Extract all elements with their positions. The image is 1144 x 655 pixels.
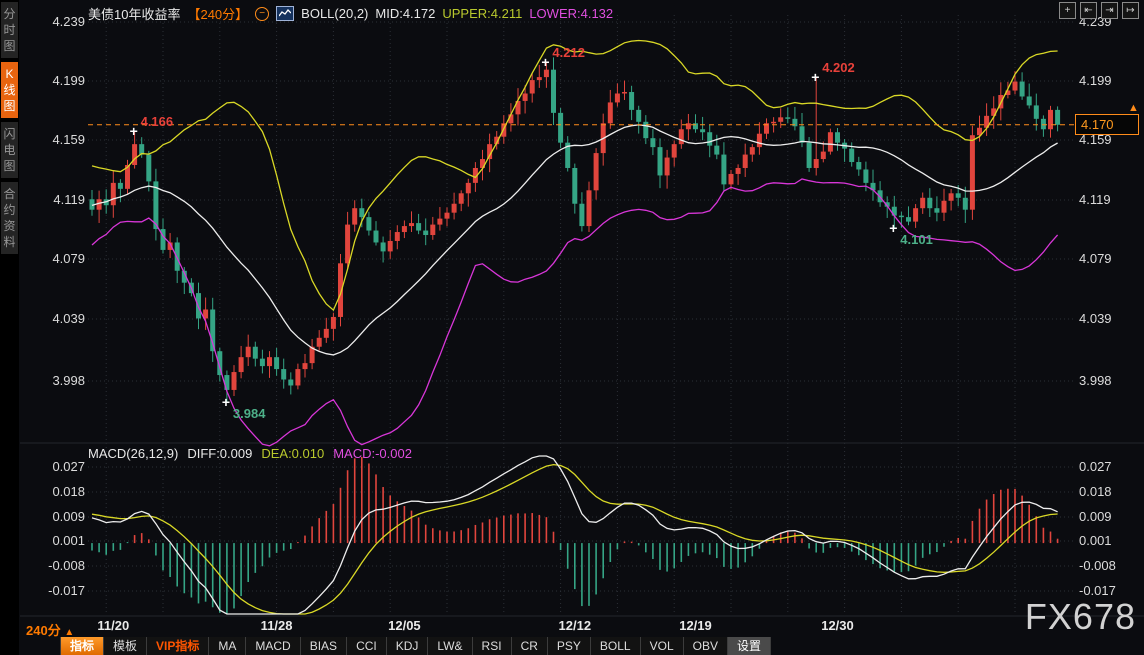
scale-axis-left-icon[interactable]: ⇤ — [1080, 2, 1097, 19]
macd-axis-label: 0.027 — [1079, 459, 1139, 475]
crosshair-marker: + — [889, 221, 897, 235]
price-axis-label: 4.119 — [1079, 192, 1139, 208]
chart-tool-icons: +⇤⇥↦ — [1059, 2, 1139, 19]
indicator-tab[interactable]: LW& — [428, 637, 472, 655]
price-axis-label: 4.039 — [28, 311, 85, 327]
price-up-arrow-icon: ▲ — [1128, 102, 1139, 114]
boll-params-label: BOLL(20,2) — [301, 6, 368, 21]
price-axis-label: 4.119 — [28, 192, 85, 208]
macd-header: MACD(26,12,9) DIFF:0.009 DEA:0.010 MACD:… — [88, 446, 412, 461]
indicator-tab[interactable]: CCI — [347, 637, 387, 655]
sidebar-item-kline-active[interactable]: K线图 — [1, 62, 18, 118]
macd-axis-label: 0.018 — [28, 484, 85, 500]
kline-chart-app: 分时图 K线图闪电图合约资料 美债10年收益率 【240分】 − BOLL(20,… — [0, 0, 1144, 655]
price-axis-label: 4.199 — [28, 73, 85, 89]
indicator-tab[interactable]: BIAS — [301, 637, 347, 655]
price-axis-label: 4.079 — [1079, 251, 1139, 267]
sidebar-item-chart-type[interactable]: 合约资料 — [1, 182, 18, 254]
macd-axis-label: 0.027 — [28, 459, 85, 475]
scale-axis-right-icon[interactable]: ⇥ — [1101, 2, 1118, 19]
macd-axis-label: 0.018 — [1079, 484, 1139, 500]
chart-header: 美债10年收益率 【240分】 − BOLL(20,2) MID:4.172 U… — [88, 4, 613, 23]
boll-mid-value: MID:4.172 — [375, 6, 435, 21]
price-axis-label: 3.998 — [28, 373, 85, 389]
collapse-icon[interactable]: − — [255, 7, 269, 21]
price-annotation: 4.202 — [822, 60, 855, 75]
chart-style-icon[interactable] — [276, 6, 294, 21]
macd-dea-value: DEA:0.010 — [261, 446, 324, 461]
indicator-tab[interactable]: VIP指标 — [147, 637, 209, 655]
crosshair-marker: + — [130, 124, 138, 138]
indicator-tab[interactable]: OBV — [684, 637, 728, 655]
macd-axis-label: 0.009 — [1079, 509, 1139, 525]
instrument-title: 美债10年收益率 — [88, 4, 180, 23]
price-axis-label: 4.159 — [28, 132, 85, 148]
price-axis-label: 4.039 — [1079, 311, 1139, 327]
timeframe-label: 240分 — [26, 623, 61, 638]
period-tag[interactable]: 【240分】 — [187, 4, 248, 23]
date-label: 12/12 — [559, 618, 592, 633]
pan-icon[interactable]: + — [1059, 2, 1076, 19]
crosshair-marker: + — [541, 55, 549, 69]
price-annotation: 4.101 — [900, 232, 933, 247]
price-annotation: 4.166 — [141, 114, 174, 129]
boll-upper-value: UPPER:4.211 — [442, 6, 522, 21]
candlestick-macd-chart[interactable] — [0, 0, 1144, 655]
price-annotation: 3.984 — [233, 406, 266, 421]
date-label: 12/05 — [388, 618, 421, 633]
indicator-tab[interactable]: 指标 — [61, 637, 104, 655]
indicator-tab[interactable]: 模板 — [104, 637, 147, 655]
indicator-tab[interactable]: KDJ — [387, 637, 429, 655]
indicator-tab[interactable]: VOL — [641, 637, 684, 655]
indicator-tab[interactable]: PSY — [548, 637, 591, 655]
macd-axis-label: -0.008 — [28, 558, 85, 574]
crosshair-marker: + — [222, 395, 230, 409]
price-axis-label: 4.199 — [1079, 73, 1139, 89]
last-price-tag: 4.170 — [1075, 114, 1139, 135]
macd-axis-label: 0.001 — [28, 533, 85, 549]
indicator-toolbar: 指标模板VIP指标MAMACDBIASCCIKDJLW&RSICRPSYBOLL… — [60, 637, 771, 655]
macd-macd-value: MACD:-0.002 — [333, 446, 412, 461]
macd-diff-value: DIFF:0.009 — [187, 446, 252, 461]
date-label: 12/30 — [821, 618, 854, 633]
price-axis-label: 4.239 — [28, 14, 85, 30]
indicator-tab[interactable]: CR — [512, 637, 548, 655]
sidebar-item-chart-type[interactable]: 闪电图 — [1, 122, 18, 178]
macd-axis-label: -0.017 — [28, 583, 85, 599]
price-axis-label: 4.079 — [28, 251, 85, 267]
price-axis-label: 3.998 — [1079, 373, 1139, 389]
date-label: 12/19 — [679, 618, 712, 633]
shift-right-icon[interactable]: ↦ — [1122, 2, 1139, 19]
macd-params-label: MACD(26,12,9) — [88, 446, 178, 461]
macd-axis-label: -0.008 — [1079, 558, 1139, 574]
date-label: 11/28 — [261, 618, 293, 633]
date-label: 11/20 — [97, 618, 129, 633]
macd-axis-label: 0.001 — [1079, 533, 1139, 549]
sidebar-item-chart-type[interactable]: 分时图 — [1, 2, 18, 58]
indicator-tab[interactable]: MACD — [246, 637, 300, 655]
indicator-tab[interactable]: 设置 — [728, 637, 771, 655]
macd-axis-label: 0.009 — [28, 509, 85, 525]
indicator-tab[interactable]: MA — [209, 637, 246, 655]
indicator-tab[interactable]: RSI — [473, 637, 512, 655]
chart-type-sidebar: 分时图 K线图闪电图合约资料 — [0, 0, 19, 655]
indicator-tab[interactable]: BOLL — [591, 637, 641, 655]
price-annotation: 4.212 — [552, 45, 585, 60]
boll-lower-value: LOWER:4.132 — [529, 6, 613, 21]
crosshair-marker: + — [811, 70, 819, 84]
watermark: FX678 — [1025, 596, 1136, 638]
